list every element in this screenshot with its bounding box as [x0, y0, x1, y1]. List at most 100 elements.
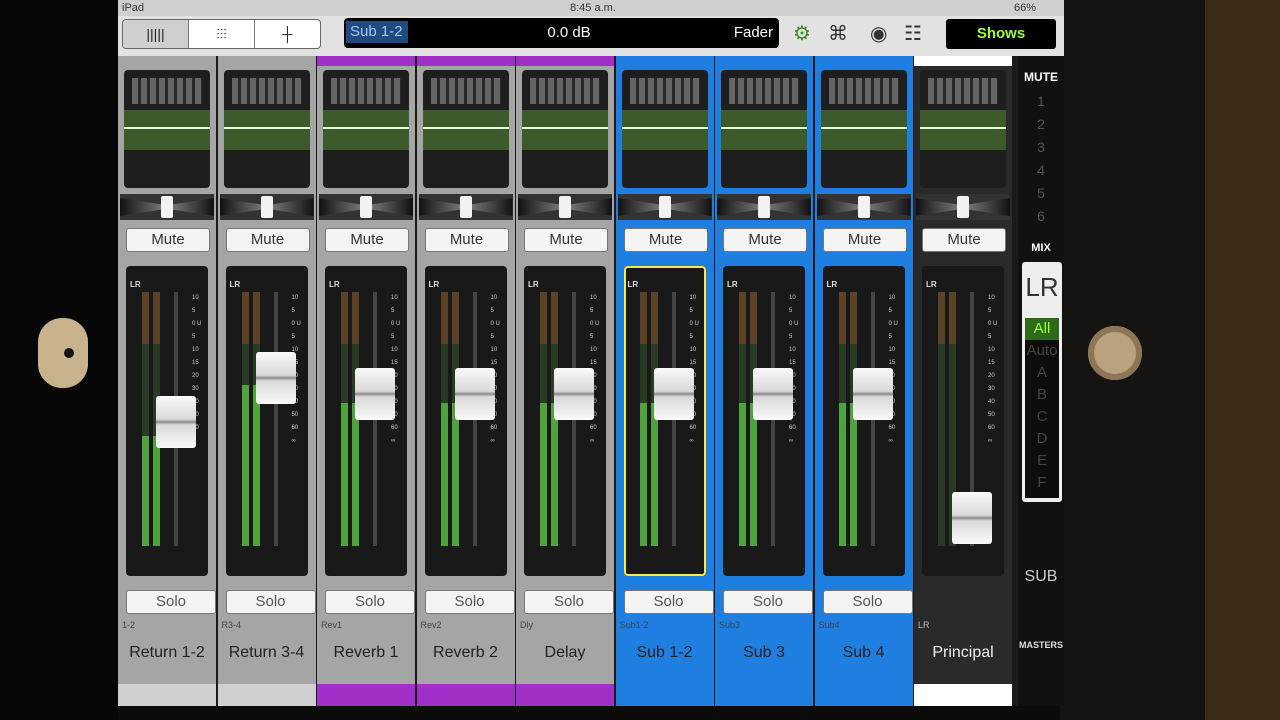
solo-button[interactable]: Solo	[325, 590, 415, 614]
fader-cap[interactable]	[653, 368, 694, 420]
mute-button[interactable]: Mute	[822, 228, 907, 252]
compressor-thumbnail	[422, 110, 509, 150]
solo-button[interactable]: Solo	[524, 590, 614, 614]
mute-group-3[interactable]: 3	[1018, 136, 1064, 159]
pan-knob[interactable]	[459, 196, 472, 218]
mix-option-b[interactable]: B	[1025, 384, 1059, 406]
mute-button[interactable]: Mute	[524, 228, 608, 252]
solo-button[interactable]: Solo	[723, 590, 813, 614]
strip-name[interactable]: Return 3-4	[218, 644, 316, 662]
fader-cap[interactable]	[156, 396, 196, 448]
hardware-icon[interactable]: ☷	[904, 21, 922, 46]
solo-button[interactable]: Solo	[822, 590, 913, 614]
strip-processing-view[interactable]	[124, 70, 210, 252]
fader-cap[interactable]	[255, 352, 296, 404]
pan-slider[interactable]	[319, 194, 413, 220]
strip-processing-view[interactable]	[820, 70, 907, 252]
strip-name[interactable]: Reverb 1	[317, 644, 415, 662]
pan-knob[interactable]	[161, 196, 173, 218]
mix-option-all[interactable]: All	[1025, 318, 1059, 340]
fader[interactable]: LR1050 U510152030405060∞	[325, 266, 407, 576]
mute-group-4[interactable]: 4	[1018, 159, 1064, 182]
parameter-display[interactable]: Sub 1-2 0.0 dB Fader	[344, 18, 779, 48]
fader[interactable]: LR1050 U510152030405060∞	[126, 266, 208, 576]
fader-cap[interactable]	[753, 368, 793, 420]
pan-slider[interactable]	[219, 194, 314, 220]
strip-name[interactable]: Reverb 2	[417, 644, 515, 662]
pan-knob[interactable]	[857, 196, 870, 218]
strip-name[interactable]: Delay	[516, 644, 614, 662]
mute-button[interactable]: Mute	[922, 228, 1006, 252]
fader[interactable]: LR1050 U510152030405060∞	[424, 266, 507, 576]
solo-button[interactable]: Solo	[623, 590, 714, 614]
mute-button[interactable]: Mute	[126, 228, 210, 252]
strip-processing-view[interactable]	[522, 70, 608, 252]
fader-cap[interactable]	[554, 368, 594, 420]
pan-knob[interactable]	[559, 196, 571, 218]
solo-button[interactable]: Solo	[225, 590, 316, 614]
strip-name[interactable]: Return 1-2	[118, 644, 216, 662]
fader[interactable]: LR1050 U510152030405060∞	[524, 266, 606, 576]
fader[interactable]: LR1050 U510152030405060∞	[822, 266, 905, 576]
strip-processing-view[interactable]	[621, 70, 708, 252]
pan-knob[interactable]	[360, 196, 372, 218]
pan-slider[interactable]	[518, 194, 612, 220]
mute-button[interactable]: Mute	[225, 228, 310, 252]
fader-cap[interactable]	[952, 492, 992, 544]
fader[interactable]: LR1050 U510152030405060∞	[723, 266, 805, 576]
strip-processing-view[interactable]	[223, 70, 310, 252]
mix-option-a[interactable]: A	[1025, 362, 1059, 384]
mix-option-f[interactable]: F	[1025, 472, 1059, 494]
mixer-view-icon[interactable]: |||||	[123, 20, 189, 48]
strip-name[interactable]: Principal	[914, 644, 1012, 662]
solo-button[interactable]: Solo	[424, 590, 515, 614]
pan-slider[interactable]	[717, 194, 811, 220]
shows-button[interactable]: Shows	[946, 19, 1056, 49]
pan-knob[interactable]	[260, 196, 273, 218]
pan-knob[interactable]	[658, 196, 671, 218]
mix-option-c[interactable]: C	[1025, 406, 1059, 428]
mute-group-1[interactable]: 1	[1018, 90, 1064, 113]
fader[interactable]: LR1050 U510152030405060∞	[623, 266, 706, 576]
strip-processing-view[interactable]	[920, 70, 1006, 252]
single-view-icon[interactable]: ┼	[255, 20, 320, 48]
mute-button[interactable]: Mute	[325, 228, 409, 252]
strip-processing-view[interactable]	[323, 70, 409, 252]
strip-processing-view[interactable]	[422, 70, 509, 252]
routing-icon[interactable]: ⌘	[828, 21, 848, 46]
faders-view-icon[interactable]: ⫶⫶⫶	[189, 20, 255, 48]
fader-cap[interactable]	[355, 368, 395, 420]
pan-knob[interactable]	[758, 196, 770, 218]
mute-group-2[interactable]: 2	[1018, 113, 1064, 136]
pan-knob[interactable]	[957, 196, 969, 218]
pan-slider[interactable]	[816, 194, 911, 220]
pan-slider[interactable]	[120, 194, 214, 220]
mix-option-e[interactable]: E	[1025, 450, 1059, 472]
mix-option-d[interactable]: D	[1025, 428, 1059, 450]
fader[interactable]: LR1050 U510152030405060∞	[225, 266, 308, 576]
pan-slider[interactable]	[617, 194, 712, 220]
strip-name[interactable]: Sub 3	[715, 644, 813, 662]
fader[interactable]: LR1050 U510152030405060∞	[922, 266, 1004, 576]
strip-processing-view[interactable]	[721, 70, 807, 252]
mix-selector[interactable]: LR All Auto A B C D E F	[1022, 262, 1062, 502]
record-icon[interactable]: ◉	[870, 21, 887, 46]
mute-button[interactable]: Mute	[424, 228, 509, 252]
settings-gear-icon[interactable]: ⚙	[793, 21, 811, 46]
mute-button[interactable]: Mute	[623, 228, 708, 252]
masters-label[interactable]: MASTERS	[1018, 640, 1064, 650]
fader-track[interactable]	[273, 292, 278, 546]
mute-group-6[interactable]: 6	[1018, 205, 1064, 228]
mute-button[interactable]: Mute	[723, 228, 807, 252]
pan-slider[interactable]	[418, 194, 513, 220]
mute-group-5[interactable]: 5	[1018, 182, 1064, 205]
strip-name[interactable]: Sub 1-2	[616, 644, 714, 662]
strip-name[interactable]: Sub 4	[815, 644, 913, 662]
mix-option-auto[interactable]: Auto	[1025, 340, 1059, 362]
home-button[interactable]	[1088, 326, 1142, 380]
sub-button[interactable]: SUB	[1018, 568, 1064, 586]
fader-cap[interactable]	[454, 368, 495, 420]
fader-cap[interactable]	[852, 368, 893, 420]
pan-slider[interactable]	[916, 194, 1010, 220]
solo-button[interactable]: Solo	[126, 590, 216, 614]
